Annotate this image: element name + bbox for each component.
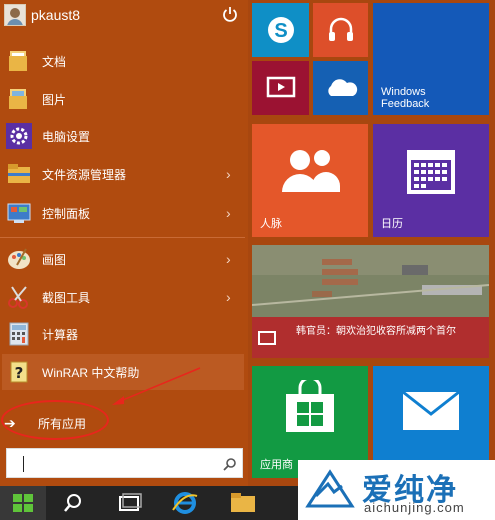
menu-item-label: 计算器 [42,327,79,342]
watermark-logo [305,469,355,508]
menu-item-paint[interactable]: 画图 › [0,241,248,277]
folder-pictures-icon [9,89,27,109]
chevron-right-icon[interactable]: › [226,289,231,305]
tile-onedrive[interactable] [313,61,368,115]
tile-label: Windows Feedback [381,86,430,110]
folder-document-icon [9,51,27,71]
watermark-url: aichunjing.com [364,500,465,515]
menu-item-pc-settings[interactable]: 电脑设置 [0,118,248,154]
annotation-ellipse [1,400,109,440]
store-bag-icon [286,380,334,432]
menu-item-pictures[interactable]: 图片 [0,81,248,117]
mail-envelope-icon [402,390,460,430]
tile-label: 人脉 [260,218,282,230]
menu-item-label: 文件资源管理器 [42,167,127,182]
tile-label: 应用商 [260,459,293,471]
windows-logo-icon [13,494,33,512]
calendar-icon [407,150,455,194]
paint-palette-icon [8,248,30,269]
menu-item-label: 文档 [42,54,67,69]
skype-icon: S [268,17,294,43]
menu-item-label: 电脑设置 [42,129,91,144]
divider [0,237,245,238]
news-photo [252,245,489,325]
news-icon [258,331,276,345]
menu-item-label: WinRAR 中文帮助 [42,365,140,380]
start-menu-left-panel: pkaust8 文档 图片 电脑设置 文件资源管理器 › 控制面板 › 画图 ›… [0,0,248,486]
tile-news[interactable]: 韩官员：朝欢治犯收容所减两个首尔 [252,245,489,358]
tile-calendar[interactable]: 日历 [373,124,489,237]
menu-item-documents[interactable]: 文档 [0,43,248,79]
tile-label: 日历 [381,218,403,230]
menu-item-file-explorer[interactable]: 文件资源管理器 › [0,156,248,192]
avatar [4,4,26,26]
help-book-icon: ? [10,361,28,383]
menu-item-label: 画图 [42,252,67,267]
people-icon [282,150,340,192]
file-explorer-icon[interactable] [228,490,258,516]
calculator-icon [9,322,29,346]
user-account[interactable]: pkaust8 [4,3,80,27]
watermark: 爱纯净 aichunjing.com [298,460,495,520]
menu-item-label: 控制面板 [42,206,91,221]
scissors-icon [8,286,28,309]
text-caret [23,456,24,472]
file-explorer-icon [8,164,30,183]
search-icon[interactable] [223,457,237,471]
tile-skype[interactable]: S [252,3,309,57]
menu-item-calculator[interactable]: 计算器 [0,316,248,352]
chevron-right-icon[interactable]: › [226,205,231,221]
headphones-icon [329,17,353,41]
start-button[interactable] [0,486,46,520]
menu-item-winrar-help[interactable]: ? WinRAR 中文帮助 [0,354,248,390]
power-icon[interactable] [222,6,238,22]
menu-item-label: 图片 [42,92,67,107]
svg-text:S: S [274,20,287,42]
tile-people[interactable]: 人脉 [252,124,368,237]
username: pkaust8 [31,7,81,23]
menu-item-snipping-tool[interactable]: 截图工具 › [0,279,248,315]
news-headline: 韩官员：朝欢治犯收容所减两个首尔 [296,326,456,337]
cloud-icon [328,79,358,96]
search-icon[interactable] [58,490,88,516]
task-view-icon[interactable] [114,490,144,516]
menu-item-control-panel[interactable]: 控制面板 › [0,195,248,231]
menu-item-label: 截图工具 [42,290,91,305]
settings-gear-icon [6,123,32,149]
svg-text:?: ? [15,364,24,382]
tile-music[interactable] [313,3,368,57]
internet-explorer-icon[interactable] [170,490,200,516]
control-panel-icon [7,203,31,223]
chevron-right-icon[interactable]: › [226,251,231,267]
chevron-right-icon[interactable]: › [226,166,231,182]
search-input[interactable] [6,448,243,478]
video-player-icon [266,76,296,98]
tile-video[interactable] [252,61,309,115]
tile-windows-feedback[interactable]: Windows Feedback [373,3,489,115]
